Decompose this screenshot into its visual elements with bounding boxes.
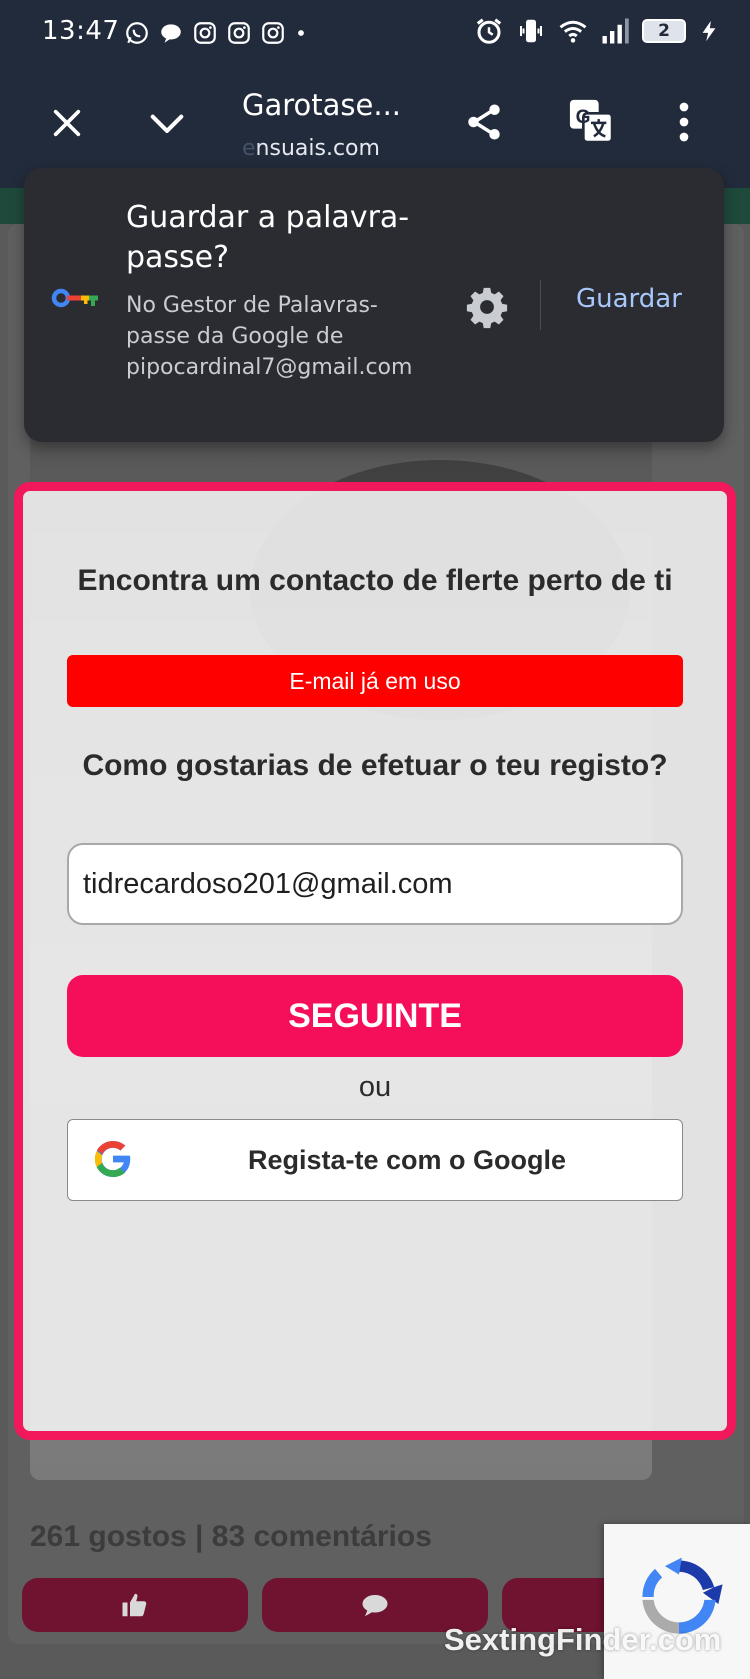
prompt-divider — [540, 280, 541, 330]
page-url-text: nsuais.com — [255, 136, 380, 161]
modal-heading: Encontra um contacto de flerte perto de … — [77, 564, 673, 597]
signal-icon — [602, 18, 629, 44]
share-button[interactable] — [456, 94, 512, 150]
translate-button[interactable]: G — [560, 90, 622, 152]
save-password-title: Guardar a palavra-passe? — [126, 200, 410, 275]
minimize-tab-button[interactable] — [140, 96, 194, 150]
dot-icon — [298, 30, 304, 36]
next-button[interactable]: SEGUINTE — [67, 975, 683, 1057]
page-url-faded: e — [242, 136, 256, 161]
instagram-icon — [262, 22, 284, 44]
instagram-icon — [194, 22, 216, 44]
save-password-prompt: Guardar a palavra-passe? No Gestor de Pa… — [24, 168, 724, 442]
close-icon — [53, 109, 81, 137]
post-stats: 261 gostos | 83 comentários — [30, 1520, 432, 1553]
notification-icons — [124, 20, 308, 46]
vibrate-icon — [520, 19, 542, 43]
like-button[interactable] — [22, 1578, 248, 1632]
password-settings-button[interactable] — [464, 284, 510, 330]
more-vert-icon — [679, 102, 689, 142]
close-tab-button[interactable] — [40, 96, 94, 150]
comment-icon — [362, 1595, 388, 1617]
google-signup-button[interactable]: Regista-te com o Google — [67, 1119, 683, 1201]
chat-bubble-icon — [161, 24, 181, 43]
page-title: Garotase... — [242, 88, 402, 122]
instagram-icon — [228, 22, 250, 44]
page-url: ensuais.com — [242, 136, 380, 161]
svg-text:G: G — [576, 107, 591, 128]
battery-icon: 2 — [642, 19, 686, 43]
translate-icon: G — [569, 99, 614, 144]
email-field[interactable] — [67, 843, 683, 925]
status-bar: 13:47 2 — [0, 0, 750, 66]
alarm-icon — [476, 18, 502, 44]
chevron-down-icon — [150, 114, 184, 133]
or-separator: ou — [358, 1071, 392, 1103]
wifi-icon — [559, 20, 587, 43]
watermark: SextingFinder.com — [444, 1622, 722, 1657]
thumbs-up-icon — [122, 1593, 147, 1617]
registration-question: Como gostarias de efetuar o teu registo? — [82, 749, 668, 782]
charging-icon — [702, 20, 716, 42]
system-icons: 2 — [474, 16, 720, 46]
share-icon — [468, 104, 500, 140]
save-password-button[interactable]: Guardar — [576, 284, 682, 314]
whatsapp-icon — [126, 22, 148, 44]
registration-modal: Encontra um contacto de flerte perto de … — [14, 482, 736, 1440]
google-signup-label: Regista-te com o Google — [247, 1144, 567, 1175]
key-icon — [51, 288, 98, 308]
more-options-button[interactable] — [664, 94, 704, 150]
status-time: 13:47 — [42, 16, 120, 46]
gear-icon — [466, 287, 508, 329]
error-banner: E-mail já em uso — [67, 655, 683, 707]
save-password-description: No Gestor de Palavras-passe da Google de… — [126, 293, 413, 380]
